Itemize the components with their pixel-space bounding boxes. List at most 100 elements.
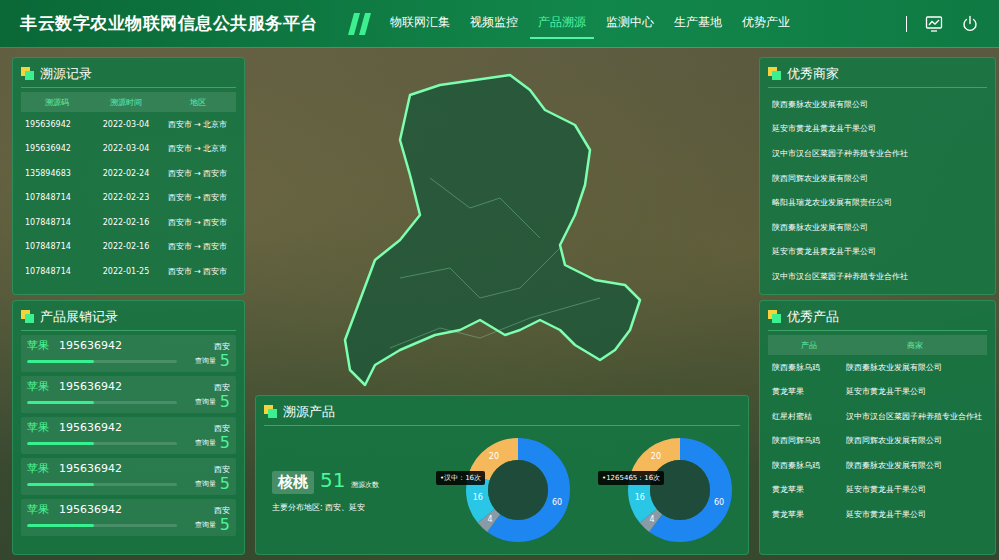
table-cell: 西安市 → 北京市 xyxy=(163,119,232,130)
merchant-item[interactable]: 陕西秦脉农业发展有限公司 xyxy=(768,215,987,240)
panel-title: 产品展销记录 xyxy=(40,308,118,326)
table-cell: 黄龙苹果 xyxy=(772,484,846,495)
donut-segment[interactable] xyxy=(639,449,721,531)
center-column: 溯源产品核桃51溯源次数主要分布地区: 西安、延安6041620•汉中：16次6… xyxy=(255,57,749,555)
nav-tab[interactable]: 监测中心 xyxy=(598,8,662,39)
segment-label: 60 xyxy=(714,498,724,507)
progress-fill xyxy=(27,401,94,404)
panel-title: 优秀产品 xyxy=(787,308,839,326)
table-row[interactable]: 1078487142022-01-25西安市 → 西安市 xyxy=(21,259,236,284)
query-label: 查询量 xyxy=(195,479,216,489)
panel-title-icon xyxy=(768,310,781,323)
table-row[interactable]: 1078487142022-02-16西安市 → 西安市 xyxy=(21,235,236,260)
progress-fill xyxy=(27,524,94,527)
header: 丰云数字农业物联网信息公共服务平台物联网汇集视频监控产品溯源监测中心生产基地优势… xyxy=(0,0,999,48)
sales-item-top: 苹果195636942西安 xyxy=(27,420,230,435)
segment-label: 20 xyxy=(651,452,661,461)
nav-tab[interactable]: 生产基地 xyxy=(666,8,730,39)
merchant-item[interactable]: 延安市黄龙县黄龙县干果公司 xyxy=(768,117,987,142)
table-cell: 黄龙苹果 xyxy=(772,386,846,397)
nav-tab[interactable]: 视频监控 xyxy=(462,8,526,39)
donut-svg: 6041620 xyxy=(620,430,740,550)
sales-item[interactable]: 苹果195636942西安查询量5 xyxy=(21,499,236,536)
table-row[interactable]: 红星村蜜桔汉中市汉台区菜园子种养殖专业合作社 xyxy=(768,404,987,429)
table-row[interactable]: 黄龙苹果延安市黄龙县干果公司 xyxy=(768,502,987,527)
trace-code: 195636942 xyxy=(59,339,122,352)
table-header: 溯源码溯源时间地区 xyxy=(21,92,236,112)
table-row[interactable]: 陕西秦脉乌鸡陕西秦脉农业发展有限公司 xyxy=(768,355,987,380)
table-cell: 汉中市汉台区菜园子种养殖专业合作社 xyxy=(846,411,983,422)
donut-segment[interactable] xyxy=(639,449,721,531)
table-row[interactable]: 陕西秦脉乌鸡陕西秦脉农业发展有限公司 xyxy=(768,453,987,478)
product-name: 苹果 xyxy=(27,338,49,353)
power-icon[interactable] xyxy=(961,15,979,33)
donut-chart[interactable]: 6041620•1265465：16次 xyxy=(620,430,740,550)
donut-segment[interactable] xyxy=(477,449,559,531)
city: 西安 xyxy=(214,505,230,516)
panel-title: 溯源产品 xyxy=(283,403,335,421)
donut-segment[interactable] xyxy=(477,449,559,531)
table-cell: 延安市黄龙县干果公司 xyxy=(846,386,983,397)
segment-label: 4 xyxy=(487,515,492,524)
donut-segment[interactable] xyxy=(639,449,721,531)
nav-tabs: 物联网汇集视频监控产品溯源监测中心生产基地优势产业 xyxy=(382,8,798,39)
table-cell: 陕西秦脉农业发展有限公司 xyxy=(846,362,983,373)
distribution: 主要分布地区: 西安、延安 xyxy=(272,502,422,513)
merchant-item[interactable]: 延安市黄龙县黄龙县干果公司 xyxy=(768,240,987,265)
panel-title-icon xyxy=(768,67,781,80)
product-badge: 核桃 xyxy=(272,471,314,494)
donut-segment[interactable] xyxy=(639,449,721,531)
query-label: 查询量 xyxy=(195,356,216,366)
merchant-item[interactable]: 汉中市汉台区菜园子种养殖专业合作社 xyxy=(768,141,987,166)
progress-track xyxy=(27,524,177,527)
sales-item-bottom: 查询量5 xyxy=(27,435,230,451)
panel-title: 优秀商家 xyxy=(787,65,839,83)
segment-label: 16 xyxy=(473,493,483,502)
sales-item-bottom: 查询量5 xyxy=(27,394,230,410)
table-cell: 107848714 xyxy=(25,242,89,251)
sales-item-bottom: 查询量 5 xyxy=(27,517,230,533)
monitor-chart-icon[interactable] xyxy=(925,15,943,33)
table-cell: 107848714 xyxy=(25,267,89,276)
merchant-item[interactable]: 略阳县瑞龙农业发展有限责任公司 xyxy=(768,190,987,215)
merchants-panel: 优秀商家陕西秦脉农业发展有限公司延安市黄龙县黄龙县干果公司汉中市汉台区菜园子种养… xyxy=(759,57,996,295)
table-row[interactable]: 黄龙苹果延安市黄龙县干果公司 xyxy=(768,478,987,503)
query-label: 查询量 xyxy=(195,438,216,448)
table-row[interactable]: 1956369422022-03-04西安市 → 北京市 xyxy=(21,112,236,137)
table-cell: 135894683 xyxy=(25,169,89,178)
panel-header: 优秀商家 xyxy=(768,58,987,88)
sales-item[interactable]: 苹果195636942西安查询量5 xyxy=(21,458,236,495)
table-row[interactable]: 1956369422022-03-04西安市 → 北京市 xyxy=(21,137,236,162)
table-row[interactable]: 1078487142022-02-16西安市 → 西安市 xyxy=(21,210,236,235)
sales-item[interactable]: 苹果195636942西安查询量5 xyxy=(21,376,236,413)
nav-tab[interactable]: 物联网汇集 xyxy=(382,8,458,39)
segment-label: 20 xyxy=(489,452,499,461)
donut-center xyxy=(488,460,548,520)
table-row[interactable]: 1078487142022-02-23西安市 → 西安市 xyxy=(21,186,236,211)
merchant-item[interactable]: 陕西同辉农业发展有限公司 xyxy=(768,166,987,191)
panel-header: 优秀产品 xyxy=(768,301,987,331)
sales-item[interactable]: 苹果195636942西安查询量5 xyxy=(21,335,236,372)
merchant-item[interactable]: 陕西秦脉农业发展有限公司 xyxy=(768,92,987,117)
donut-chart[interactable]: 6041620•汉中：16次 xyxy=(458,430,578,550)
table-row[interactable]: 陕西同辉乌鸡陕西同辉农业发展有限公司 xyxy=(768,429,987,454)
query-label: 查询量 xyxy=(195,397,216,407)
donut-center xyxy=(650,460,710,520)
nav-tab[interactable]: 产品溯源 xyxy=(530,8,594,39)
query-label: 查询量 xyxy=(195,520,216,530)
table-row[interactable]: 黄龙苹果延安市黄龙县干果公司 xyxy=(768,380,987,405)
slash-separator-icon xyxy=(348,13,372,35)
nav-tab[interactable]: 优势产业 xyxy=(734,8,798,39)
table-row[interactable]: 1358946832022-02-24西安市 → 西安市 xyxy=(21,161,236,186)
panel-header: 溯源产品 xyxy=(264,396,740,426)
donut-segment[interactable] xyxy=(477,449,559,531)
query-count: 5 xyxy=(220,517,230,533)
merchant-item[interactable]: 汉中市汉台区菜园子种养殖专业合作社 xyxy=(768,264,987,289)
trace-code: 195636942 xyxy=(59,503,122,516)
sales-item[interactable]: 苹果195636942西安查询量5 xyxy=(21,417,236,454)
panel-title-icon xyxy=(264,405,277,418)
table-cell: 2022-01-25 xyxy=(89,267,163,276)
product-name: 苹果 xyxy=(27,420,49,435)
donut-segment[interactable] xyxy=(477,449,559,531)
segment-label: 16 xyxy=(635,493,645,502)
